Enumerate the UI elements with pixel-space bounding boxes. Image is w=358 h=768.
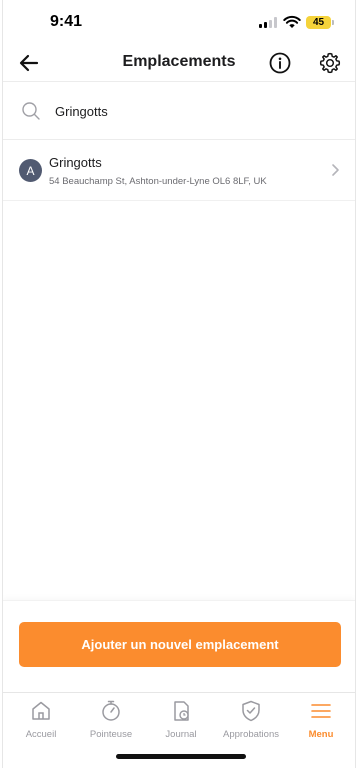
location-list-item[interactable]: A Gringotts 54 Beauchamp St, Ashton-unde… — [3, 141, 355, 201]
tab-journal[interactable]: Journal — [146, 699, 216, 743]
app-screen: 9:41 45 Emplacements Gringotts A Gringot… — [2, 0, 356, 768]
menu-icon — [311, 704, 331, 718]
stopwatch-icon — [102, 700, 120, 721]
settings-button[interactable] — [316, 49, 344, 77]
home-indicator — [116, 754, 246, 759]
tab-menu[interactable]: Menu — [286, 699, 355, 743]
tab-label: Pointeuse — [89, 729, 133, 740]
tab-approbations[interactable]: Approbations — [216, 699, 286, 743]
info-icon — [269, 52, 291, 74]
gear-icon — [319, 52, 341, 74]
chevron-right-icon — [332, 164, 339, 176]
navigation-header: Emplacements — [3, 44, 355, 82]
page-title: Emplacements — [122, 53, 236, 70]
tab-label: Accueil — [25, 729, 57, 740]
tab-label: Journal — [165, 729, 197, 740]
location-address: 54 Beauchamp St, Ashton-under-Lyne OL6 8… — [49, 176, 267, 187]
home-icon — [32, 701, 50, 720]
tab-label: Menu — [308, 729, 334, 740]
avatar: A — [19, 159, 42, 182]
battery-level: 45 — [312, 17, 325, 28]
wifi-icon — [283, 15, 301, 28]
tab-bar: Accueil Pointeuse Journal Approbations M… — [3, 692, 355, 768]
location-name: Gringotts — [49, 155, 102, 170]
cellular-signal-icon — [259, 17, 277, 28]
tab-label: Approbations — [223, 729, 279, 740]
journal-icon — [174, 701, 189, 721]
action-panel: Ajouter un nouvel emplacement — [3, 600, 355, 692]
search-icon — [22, 102, 40, 120]
info-button[interactable] — [266, 49, 294, 77]
status-time: 9:41 — [50, 13, 83, 30]
status-bar: 9:41 45 — [3, 0, 355, 44]
add-location-button[interactable]: Ajouter un nouvel emplacement — [19, 622, 341, 667]
tab-accueil[interactable]: Accueil — [6, 699, 76, 743]
tab-pointeuse[interactable]: Pointeuse — [76, 699, 146, 743]
search-bar — [3, 83, 355, 140]
battery-icon: 45 — [306, 16, 334, 29]
search-input[interactable] — [55, 100, 335, 122]
shield-check-icon — [242, 700, 260, 722]
